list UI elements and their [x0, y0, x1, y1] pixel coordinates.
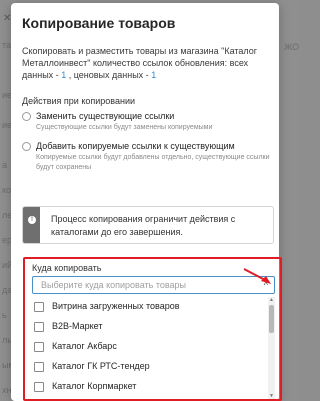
option-label: Каталог ГК РТС-тендер [52, 361, 150, 371]
copy-actions-label: Действия при копировании [22, 96, 136, 106]
scroll-up-icon[interactable]: ▲ [269, 297, 274, 303]
checkbox[interactable] [34, 342, 44, 352]
radio-circle[interactable] [22, 112, 31, 121]
checkbox[interactable] [34, 322, 44, 332]
checkbox[interactable] [34, 382, 44, 392]
radio-hint: Существующие ссылки будут заменены копир… [36, 124, 213, 131]
description-text-mid: , ценовых данных - [68, 70, 149, 80]
radio-label: Добавить копируемые ссылки к существующи… [36, 141, 235, 151]
radio-replace-links[interactable]: Заменить существующие ссылки Существующи… [22, 111, 272, 135]
alert-text: Процесс копирования ограничит действия с… [51, 214, 236, 237]
checkbox[interactable] [34, 302, 44, 312]
radio-append-links[interactable]: Добавить копируемые ссылки к существующи… [22, 141, 272, 175]
background-text: та [2, 40, 12, 50]
option-label: Витрина загруженных товаров [52, 301, 180, 311]
option-label: Каталог Акбарс [52, 341, 117, 351]
info-alert: ! Процесс копирования ограничит действия… [22, 206, 274, 244]
option-item[interactable]: Витрина загруженных товаров [32, 297, 264, 317]
options-scrollbar[interactable]: ▲ ▼ [268, 297, 275, 399]
price-data-count-link[interactable]: 1 [151, 70, 156, 80]
copy-target-panel: Куда копировать Выберите куда копировать… [23, 257, 282, 401]
exclamation-icon: ! [28, 216, 36, 224]
alert-strip: ! [23, 207, 40, 243]
option-item[interactable]: Каталог Корпмаркет [32, 377, 264, 397]
radio-hint: Копируемые ссылки будут добавлены отдель… [36, 154, 270, 171]
background-text: ь [2, 310, 7, 320]
option-item[interactable]: B2B-Маркет [32, 317, 264, 337]
copy-products-dialog: Копирование товаров Скопировать и размес… [11, 3, 282, 401]
scrollbar-thumb[interactable] [269, 305, 274, 333]
select-placeholder: Выберите куда копировать товары [41, 280, 187, 290]
copy-target-select[interactable]: Выберите куда копировать товары ^ [32, 276, 275, 294]
background-text: а [2, 160, 8, 170]
all-data-count-link[interactable]: 1 [61, 70, 66, 80]
option-item[interactable]: Каталог ГК РТС-тендер [32, 357, 264, 377]
dialog-title: Копирование товаров [22, 15, 176, 31]
option-item[interactable]: Каталог Акбарс [32, 337, 264, 357]
copy-target-label: Куда копировать [32, 263, 102, 273]
annotation-arrow-icon [243, 268, 271, 284]
copy-target-options: Витрина загруженных товаров B2B-Маркет К… [32, 297, 275, 399]
radio-circle[interactable] [22, 142, 31, 151]
option-label: B2B-Маркет [52, 321, 103, 331]
option-label: Каталог Корпмаркет [52, 381, 137, 391]
background-text: ко [2, 185, 12, 195]
checkbox[interactable] [34, 362, 44, 372]
scroll-down-icon[interactable]: ▼ [269, 393, 274, 399]
background-text: ЖО [284, 42, 300, 52]
dialog-description: Скопировать и разместить товары из магаз… [22, 45, 272, 81]
radio-label: Заменить существующие ссылки [36, 111, 175, 121]
